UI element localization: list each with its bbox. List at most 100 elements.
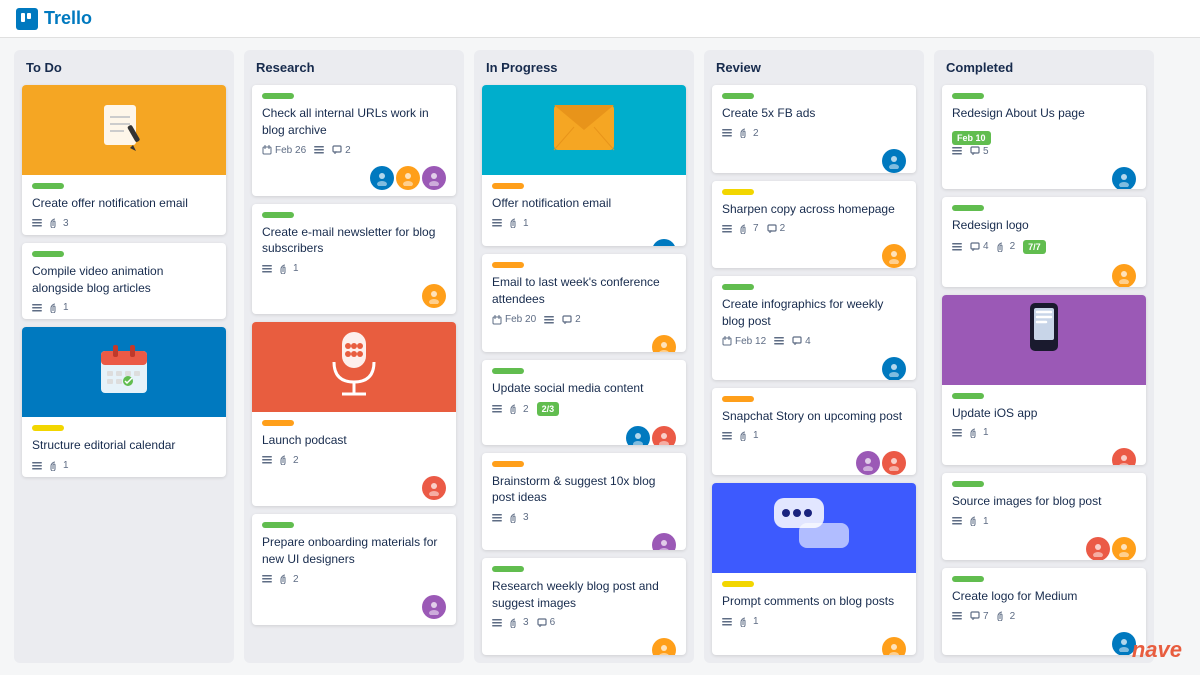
avatar-group — [1112, 448, 1136, 465]
card-title: Compile video animation alongside blog a… — [32, 263, 216, 297]
card[interactable]: Update social media content22/3 — [482, 360, 686, 445]
trello-logo-text: Trello — [44, 8, 92, 29]
card-meta-item — [32, 218, 42, 228]
card[interactable]: Redesign About Us pageFeb 105 — [942, 85, 1146, 189]
card[interactable]: Launch podcast2 — [252, 322, 456, 506]
avatar — [422, 284, 446, 308]
avatar — [422, 476, 446, 500]
card-body: Sharpen copy across homepage72 — [712, 181, 916, 241]
card-meta-item: Feb 26 — [262, 145, 306, 156]
card-meta-item — [952, 428, 962, 438]
avatar — [652, 638, 676, 655]
card[interactable]: Offer notification email1 — [482, 85, 686, 246]
card-meta-item — [262, 455, 272, 465]
card-body: Launch podcast2 — [252, 412, 456, 472]
card[interactable]: Prompt comments on blog posts1 — [712, 483, 916, 655]
card-meta-item — [544, 315, 554, 325]
card[interactable]: Compile video animation alongside blog a… — [22, 243, 226, 320]
card[interactable]: Create offer notification email 3 — [22, 85, 226, 235]
avatar-group — [882, 357, 906, 380]
card-meta-item: 7 — [970, 611, 989, 622]
column-todo: To Do Create offer notification email3Co… — [14, 50, 234, 663]
card-footer — [942, 260, 1146, 287]
avatar — [1112, 167, 1136, 189]
card-meta-item: 3 — [510, 617, 529, 628]
card-meta-item: 2 — [332, 145, 351, 156]
card-footer — [712, 633, 916, 655]
card-footer — [482, 529, 686, 550]
card[interactable]: Snapchat Story on upcoming post1 — [712, 388, 916, 476]
date-badge: Feb 10 — [952, 131, 991, 145]
card-meta-item: 2 — [280, 574, 299, 585]
avatar-group — [856, 451, 906, 475]
card-meta: 1 — [952, 516, 1136, 527]
card-meta: 3 — [492, 512, 676, 523]
card[interactable]: Research weekly blog post and suggest im… — [482, 558, 686, 655]
card[interactable]: Create logo for Medium72 — [942, 568, 1146, 655]
card[interactable]: Prepare onboarding materials for new UI … — [252, 514, 456, 625]
card-meta-item: Feb 12 — [722, 336, 766, 347]
trello-logo[interactable]: Trello — [16, 8, 92, 30]
card[interactable]: Check all internal URLs work in blog arc… — [252, 85, 456, 196]
card[interactable]: Brainstorm & suggest 10x blog post ideas… — [482, 453, 686, 550]
card-title: Launch podcast — [262, 432, 446, 449]
top-bar: Trello — [0, 0, 1200, 38]
card[interactable]: Create 5x FB ads2 — [712, 85, 916, 173]
card[interactable]: Sharpen copy across homepage72 — [712, 181, 916, 269]
card-meta: Feb 202 — [492, 314, 676, 325]
card-image — [22, 85, 226, 175]
card-meta-item: 4 — [792, 336, 811, 347]
column-completed: CompletedRedesign About Us pageFeb 105Re… — [934, 50, 1154, 663]
card-meta-item — [722, 224, 732, 234]
avatar-group — [1112, 167, 1136, 189]
card-title: Brainstorm & suggest 10x blog post ideas — [492, 473, 676, 507]
card-meta-item — [774, 336, 784, 346]
card[interactable]: Email to last week's conference attendee… — [482, 254, 686, 351]
avatar — [882, 357, 906, 380]
card-body: Compile video animation alongside blog a… — [22, 243, 226, 320]
card-body: Update social media content22/3 — [482, 360, 686, 423]
card-label — [952, 393, 984, 399]
card-footer — [942, 163, 1146, 189]
card-meta-item — [314, 145, 324, 155]
card-meta: 22/3 — [492, 402, 676, 416]
avatar — [422, 166, 446, 190]
card-body: Check all internal URLs work in blog arc… — [252, 85, 456, 162]
card[interactable]: Create infographics for weekly blog post… — [712, 276, 916, 379]
card[interactable]: Redesign logo427/7 — [942, 197, 1146, 287]
card[interactable]: Update iOS app1 — [942, 295, 1146, 465]
card[interactable]: Source images for blog post1 — [942, 473, 1146, 560]
card-meta-item — [32, 461, 42, 471]
card-meta-item: 1 — [740, 430, 759, 441]
avatar — [422, 595, 446, 619]
card-title: Create offer notification email — [32, 195, 216, 212]
avatar — [626, 426, 650, 444]
card-meta-item: 3 — [510, 512, 529, 523]
card-image — [482, 85, 686, 175]
card-meta-item: 7 — [740, 223, 759, 234]
card-title: Sharpen copy across homepage — [722, 201, 906, 218]
card-title: Redesign logo — [952, 217, 1136, 234]
avatar-group — [882, 637, 906, 655]
card-title: Redesign About Us page — [952, 105, 1136, 122]
card-image — [252, 322, 456, 412]
card-footer — [482, 331, 686, 352]
card-meta-item — [492, 404, 502, 414]
card-label — [32, 251, 64, 257]
card-meta-item — [722, 617, 732, 627]
card[interactable]: Structure editorial calendar1 — [22, 327, 226, 477]
avatar — [882, 637, 906, 655]
card-label — [952, 93, 984, 99]
card-title: Create infographics for weekly blog post — [722, 296, 906, 330]
card[interactable]: Create e-mail newsletter for blog subscr… — [252, 204, 456, 315]
card-footer — [482, 422, 686, 444]
card-meta-item: 3 — [50, 218, 69, 229]
card-meta: 1 — [262, 263, 446, 274]
card-image — [942, 295, 1146, 385]
card-footer — [712, 353, 916, 380]
avatar — [652, 426, 676, 444]
card-footer — [942, 628, 1146, 655]
avatar-group — [882, 149, 906, 173]
card-label — [492, 461, 524, 467]
card-body: Create 5x FB ads2 — [712, 85, 916, 145]
